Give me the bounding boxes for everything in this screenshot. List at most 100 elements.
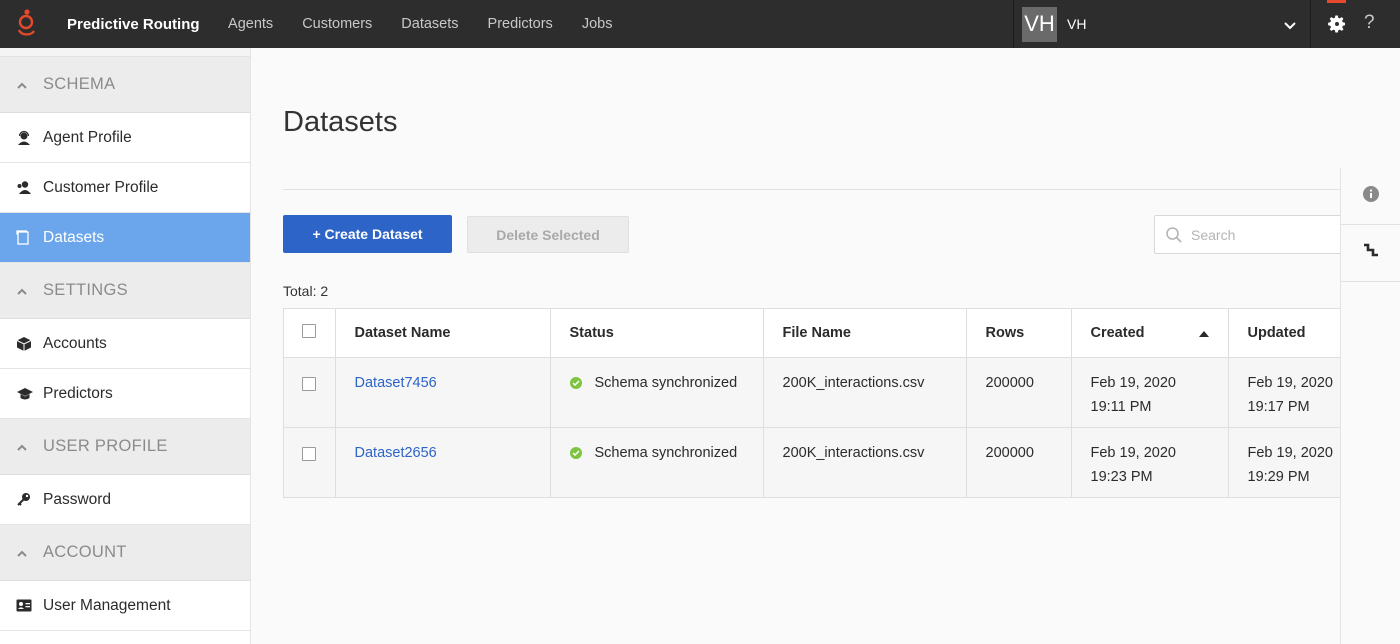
status-text: Schema synchronized <box>594 444 738 461</box>
sidebar-item-password[interactable]: Password <box>0 475 250 525</box>
nav-datasets[interactable]: Datasets <box>401 16 458 32</box>
user-name: VH <box>1067 16 1087 32</box>
sidebar-item-label: Customer Profile <box>43 178 159 196</box>
avatar: VH <box>1022 6 1057 42</box>
agent-icon <box>0 130 43 146</box>
column-header-created[interactable]: Created <box>1071 309 1229 358</box>
updated-cell: Feb 19, 2020 19:17 PM <box>1228 357 1340 428</box>
column-header-rows[interactable]: Rows <box>966 309 1072 358</box>
sidebar-item-accounts[interactable]: Accounts <box>0 319 250 369</box>
updated-cell: Feb 19, 2020 19:29 PM <box>1228 427 1340 497</box>
right-rail <box>1340 168 1400 644</box>
created-time: 19:11 PM <box>1090 398 1152 415</box>
id-card-icon <box>0 599 43 612</box>
dataset-icon <box>0 230 43 245</box>
created-date: Feb 19, 2020 <box>1090 374 1176 391</box>
rows-cell: 200000 <box>966 427 1072 497</box>
sidebar-item-label: Datasets <box>43 228 105 246</box>
search-box[interactable] <box>1154 215 1344 254</box>
search-input[interactable] <box>1191 226 1331 243</box>
check-circle-icon <box>569 377 582 389</box>
create-dataset-button[interactable]: + Create Dataset <box>283 215 452 253</box>
dataset-link[interactable]: Dataset7456 <box>355 375 437 391</box>
status-cell: Schema synchronized <box>550 357 764 428</box>
sidebar-item-label: Accounts <box>43 334 107 352</box>
section-title: SETTINGS <box>43 281 128 299</box>
updated-time: 19:17 PM <box>1247 398 1310 415</box>
section-title: ACCOUNT <box>43 543 127 561</box>
chevron-up-icon <box>0 281 43 300</box>
sidebar-item-predictors[interactable]: Predictors <box>0 369 250 419</box>
nav-predictors[interactable]: Predictors <box>488 16 553 32</box>
sidebar-item-label: Agent Profile <box>43 128 132 146</box>
graduation-cap-icon <box>0 387 43 401</box>
column-header-status[interactable]: Status <box>550 309 764 358</box>
chevron-up-icon <box>0 75 43 94</box>
chevron-up-icon <box>0 543 43 562</box>
dataset-name-cell: Dataset2656 <box>335 427 551 497</box>
cube-icon <box>0 336 43 352</box>
updated-date: Feb 19, 2020 <box>1247 444 1333 461</box>
select-all-checkbox[interactable] <box>302 323 316 338</box>
sidebar-item-agent-profile[interactable]: Agent Profile <box>0 113 250 163</box>
datasets-table: Dataset Name Status File Name Rows Creat… <box>283 308 1340 498</box>
sidebar-section-account[interactable]: ACCOUNT <box>0 525 250 581</box>
table-row: Dataset2656 Schema synchronized 200K_int… <box>284 427 1340 497</box>
nav-jobs[interactable]: Jobs <box>582 16 613 32</box>
row-checkbox[interactable] <box>302 446 316 461</box>
status-text: Schema synchronized <box>594 374 738 391</box>
sidebar-item-label: User Management <box>43 596 171 614</box>
total-count: Total: 2 <box>283 283 329 299</box>
dataset-name-cell: Dataset7456 <box>335 357 551 428</box>
divider <box>283 189 1340 190</box>
app-title[interactable]: Predictive Routing <box>67 16 200 33</box>
page-title: Datasets <box>283 106 398 138</box>
file-name-cell: 200K_interactions.csv <box>763 427 967 497</box>
chevron-down-icon <box>1284 17 1296 35</box>
steps-button[interactable] <box>1341 225 1400 282</box>
check-circle-icon <box>569 447 582 459</box>
steps-icon <box>1362 242 1380 265</box>
user-menu[interactable]: VH VH <box>1013 0 1311 48</box>
sidebar-section-schema[interactable]: SCHEMA <box>0 57 250 113</box>
info-button[interactable] <box>1341 168 1400 225</box>
row-checkbox[interactable] <box>302 376 316 391</box>
table-row: Dataset7456 Schema synchronized 200K_int… <box>284 357 1340 428</box>
column-header-file-name[interactable]: File Name <box>763 309 967 358</box>
sidebar-item-user-management[interactable]: User Management <box>0 581 250 631</box>
chevron-up-icon <box>0 437 43 456</box>
gear-icon[interactable] <box>1322 0 1352 48</box>
nav-agents[interactable]: Agents <box>228 16 273 32</box>
help-icon[interactable]: ? <box>1364 12 1375 34</box>
column-header-dataset-name[interactable]: Dataset Name <box>335 309 551 358</box>
customer-icon <box>0 180 43 195</box>
status-cell: Schema synchronized <box>550 427 764 497</box>
created-date: Feb 19, 2020 <box>1090 444 1176 461</box>
created-cell: Feb 19, 2020 19:23 PM <box>1071 427 1229 497</box>
created-time: 19:23 PM <box>1090 468 1153 485</box>
info-icon <box>1362 185 1380 208</box>
sidebar-section-settings[interactable]: SETTINGS <box>0 263 250 319</box>
table-header-row: Dataset Name Status File Name Rows Creat… <box>284 309 1340 358</box>
row-select-cell <box>284 427 336 497</box>
search-icon <box>1165 226 1183 244</box>
sidebar-section-user-profile[interactable]: USER PROFILE <box>0 419 250 475</box>
updated-time: 19:29 PM <box>1247 468 1310 485</box>
column-header-label: Created <box>1090 324 1145 341</box>
nav-customers[interactable]: Customers <box>302 16 372 32</box>
section-title: USER PROFILE <box>43 437 168 455</box>
delete-selected-button[interactable]: Delete Selected <box>467 216 629 253</box>
sort-ascending-icon <box>1198 330 1209 337</box>
select-all-cell <box>284 309 336 358</box>
sidebar-item-datasets[interactable]: Datasets <box>0 213 250 263</box>
row-select-cell <box>284 357 336 428</box>
sidebar-spacer <box>0 48 250 57</box>
sidebar-item-label: Password <box>43 490 112 508</box>
key-icon <box>0 492 43 507</box>
column-header-updated[interactable]: Updated <box>1228 309 1340 358</box>
sidebar-item-customer-profile[interactable]: Customer Profile <box>0 163 250 213</box>
rows-cell: 200000 <box>966 357 1072 428</box>
dataset-link[interactable]: Dataset2656 <box>355 445 437 461</box>
genesys-logo-icon[interactable] <box>0 0 52 48</box>
section-title: SCHEMA <box>43 75 116 93</box>
